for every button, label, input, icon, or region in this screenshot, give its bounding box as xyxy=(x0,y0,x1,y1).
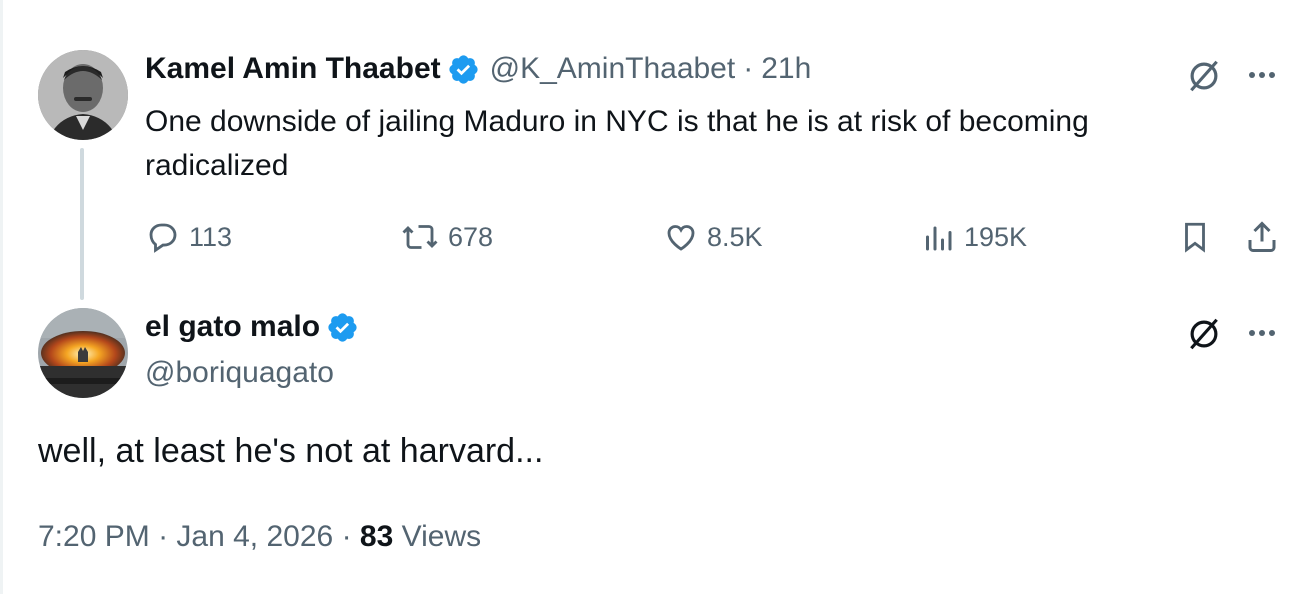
handle[interactable]: @K_AminThaabet xyxy=(490,52,736,86)
more-dots-icon[interactable] xyxy=(1242,60,1282,90)
share-upload-icon[interactable] xyxy=(1242,217,1282,257)
timestamp[interactable]: 21h xyxy=(761,52,811,86)
repost-arrows-icon xyxy=(402,225,438,249)
tweet-actions: 113 678 8.5K 195K xyxy=(145,215,1285,259)
tweet-time[interactable]: 7:20 PM xyxy=(38,520,150,553)
more-dots-icon[interactable] xyxy=(1242,318,1282,348)
display-name[interactable]: el gato malo xyxy=(145,310,320,344)
quoted-tweet-text: One downside of jailing Maduro in NYC is… xyxy=(145,105,1089,182)
tweet-date[interactable]: Jan 4, 2026 xyxy=(176,520,333,553)
tweet-meta: 7:20 PM · Jan 4, 2026 · 83 Views xyxy=(38,520,481,554)
reply-button[interactable]: 113 xyxy=(145,219,232,255)
like-button[interactable]: 8.5K xyxy=(663,219,763,255)
left-border xyxy=(0,0,3,594)
handle[interactable]: @boriquagato xyxy=(145,356,334,390)
separator-dot: · xyxy=(341,520,352,553)
thread-line xyxy=(80,148,84,300)
separator-dot: · xyxy=(158,520,169,553)
reply-count: 113 xyxy=(189,221,233,252)
grok-slash-circle-icon[interactable] xyxy=(1183,313,1225,355)
reply-handle-row: @boriquagato xyxy=(145,356,334,390)
heart-icon xyxy=(667,225,695,251)
repost-button[interactable]: 678 xyxy=(400,219,493,255)
avatar[interactable] xyxy=(38,50,128,140)
grok-slash-circle-icon[interactable] xyxy=(1183,55,1225,97)
repost-count: 678 xyxy=(448,221,494,252)
views-label: Views xyxy=(401,520,482,553)
views-count: 195K xyxy=(964,221,1028,252)
views-count: 83 xyxy=(359,520,394,553)
quoted-tweet-header: Kamel Amin Thaabet @K_AminThaabet · 21h xyxy=(145,52,811,86)
separator-dot: · xyxy=(743,52,754,85)
views-button[interactable]: 195K xyxy=(920,219,1027,255)
reply-tweet-header: el gato malo xyxy=(145,310,359,344)
avatar[interactable] xyxy=(38,308,128,398)
reply-bubble-icon xyxy=(149,223,177,253)
like-count: 8.5K xyxy=(707,221,763,252)
verified-badge-icon xyxy=(326,311,359,344)
display-name[interactable]: Kamel Amin Thaabet xyxy=(145,52,441,86)
analytics-bars-icon xyxy=(926,226,952,251)
bookmark-icon[interactable] xyxy=(1175,217,1215,257)
verified-badge-icon xyxy=(447,53,480,86)
reply-tweet-text: well, at least he's not at harvard... xyxy=(38,432,544,470)
